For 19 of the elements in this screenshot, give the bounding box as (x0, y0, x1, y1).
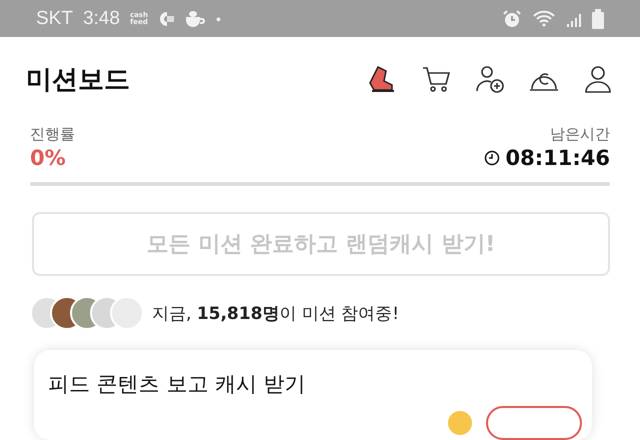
wifi-icon (532, 10, 556, 28)
notification-dot: • (216, 10, 221, 26)
add-friend-icon[interactable] (474, 63, 506, 96)
battery-icon (592, 8, 604, 28)
participants-text: 지금, 15,818명이 미션 참여중! (152, 302, 400, 324)
progress-label: 진행률 (30, 125, 75, 144)
clock: 3:48 (82, 8, 120, 30)
card-action-button[interactable] (486, 406, 582, 440)
magnet-icon (158, 12, 174, 26)
carrier: SKT (36, 8, 73, 30)
card-title: 피드 콘텐츠 보고 캐시 받기 (48, 371, 307, 398)
page-title: 미션보드 (26, 64, 130, 97)
profile-icon[interactable] (582, 63, 614, 96)
remaining-time: 08:11:46 (506, 146, 610, 170)
cup-icon (184, 8, 206, 28)
clock-icon (484, 150, 500, 166)
progress-value: 0% (30, 146, 66, 170)
remaining-label: 남은시간 (550, 125, 610, 144)
alarm-icon (502, 8, 522, 28)
